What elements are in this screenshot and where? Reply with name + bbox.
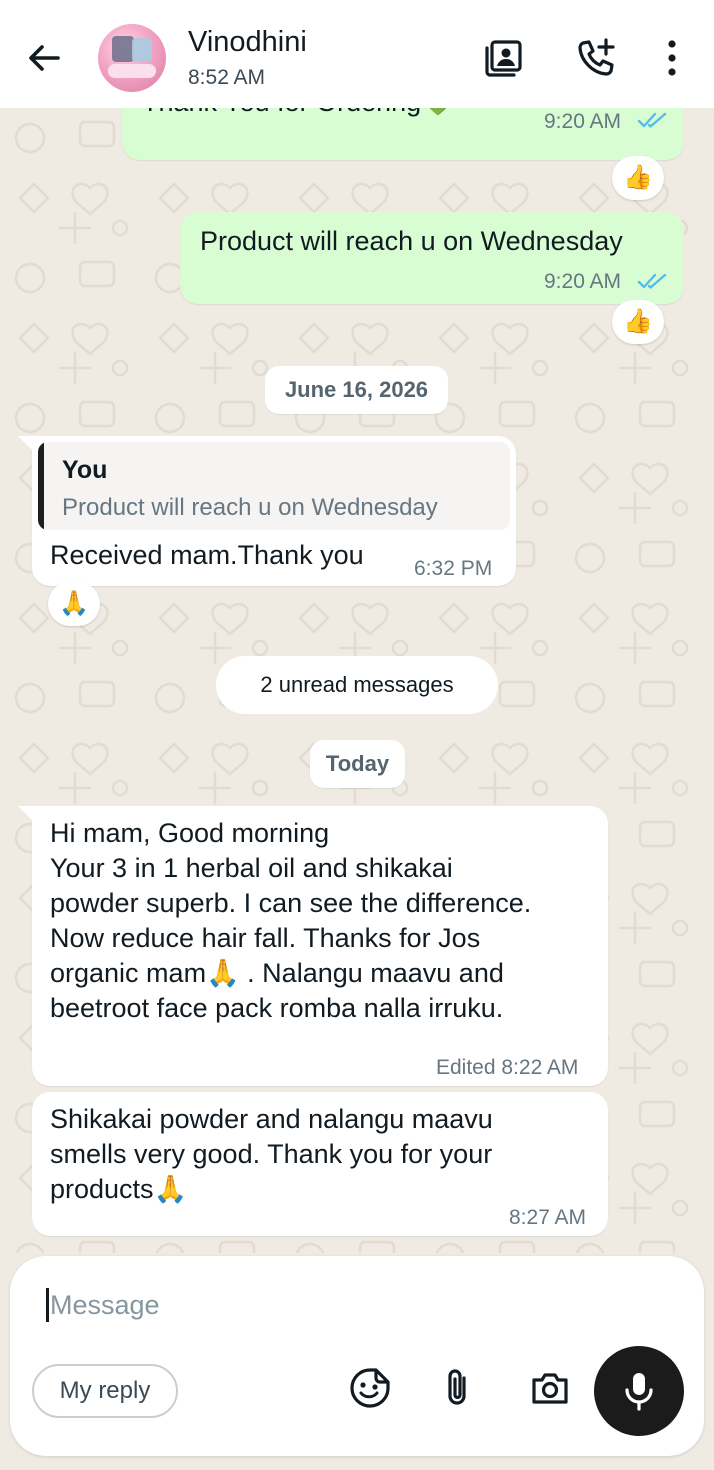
quoted-author: You xyxy=(62,456,108,484)
quoted-text: Product will reach u on Wednesday xyxy=(62,494,438,521)
message-time: 6:32 PM xyxy=(414,557,493,580)
message-text: Shikakai powder and nalangu maavu smells… xyxy=(50,1104,493,1204)
quote-accent-bar xyxy=(38,442,44,530)
my-reply-chip[interactable]: My reply xyxy=(32,1364,178,1418)
more-options-icon[interactable] xyxy=(650,36,694,80)
incoming-message-bubble[interactable]: You Product will reach u on Wednesday Re… xyxy=(32,436,516,586)
message-time: Edited 8:22 AM xyxy=(436,1056,579,1079)
attachment-clip-icon[interactable] xyxy=(436,1366,480,1410)
camera-icon[interactable] xyxy=(528,1366,572,1410)
back-arrow-icon[interactable] xyxy=(22,36,66,80)
bubble-tail xyxy=(18,436,34,452)
contact-avatar[interactable] xyxy=(98,24,166,92)
message-composer: My reply xyxy=(10,1256,704,1456)
quoted-reply[interactable]: You Product will reach u on Wednesday xyxy=(38,442,510,530)
date-separator: June 16, 2026 xyxy=(265,366,448,414)
date-separator: Today xyxy=(310,740,405,788)
outgoing-message-bubble[interactable]: Product will reach u on Wednesday 9:20 A… xyxy=(180,212,684,304)
unread-messages-banner: 2 unread messages xyxy=(216,656,498,714)
chat-area[interactable]: Thank You for Ordering💚 9:20 AM 👍 Produc… xyxy=(0,108,714,1253)
reaction-badge[interactable]: 👍 xyxy=(612,300,664,344)
reaction-badge[interactable]: 🙏 xyxy=(48,582,100,626)
chat-header: Vinodhini 8:52 AM xyxy=(0,0,714,108)
text-cursor xyxy=(46,1288,49,1322)
incoming-message-bubble[interactable]: Shikakai powder and nalangu maavu smells… xyxy=(32,1092,608,1236)
voice-record-button[interactable] xyxy=(594,1346,684,1436)
bubble-tail xyxy=(18,806,34,822)
message-text: Product will reach u on Wednesday xyxy=(200,226,623,256)
read-ticks-icon xyxy=(637,112,667,128)
outgoing-message-bubble[interactable]: Thank You for Ordering💚 9:20 AM xyxy=(122,108,684,160)
contact-name[interactable]: Vinodhini xyxy=(188,26,307,59)
reaction-badge[interactable]: 👍 xyxy=(612,156,664,200)
message-text: Thank You for Ordering💚 xyxy=(142,108,455,120)
last-seen-status: 8:52 AM xyxy=(188,66,266,89)
message-input[interactable] xyxy=(50,1280,470,1330)
incoming-message-bubble[interactable]: Hi mam, Good morning Your 3 in 1 herbal … xyxy=(32,806,608,1086)
add-call-icon[interactable] xyxy=(574,36,618,80)
message-time: 9:20 AM xyxy=(544,110,622,133)
message-text: Hi mam, Good morning Your 3 in 1 herbal … xyxy=(50,818,532,1023)
sticker-icon[interactable] xyxy=(348,1366,392,1410)
message-time: 9:20 AM xyxy=(544,270,622,293)
contact-card-icon[interactable] xyxy=(482,36,526,80)
read-ticks-icon xyxy=(637,273,667,289)
message-time: 8:27 AM xyxy=(509,1206,587,1229)
message-text: Received mam.Thank you xyxy=(50,540,364,570)
microphone-icon xyxy=(625,1373,653,1411)
